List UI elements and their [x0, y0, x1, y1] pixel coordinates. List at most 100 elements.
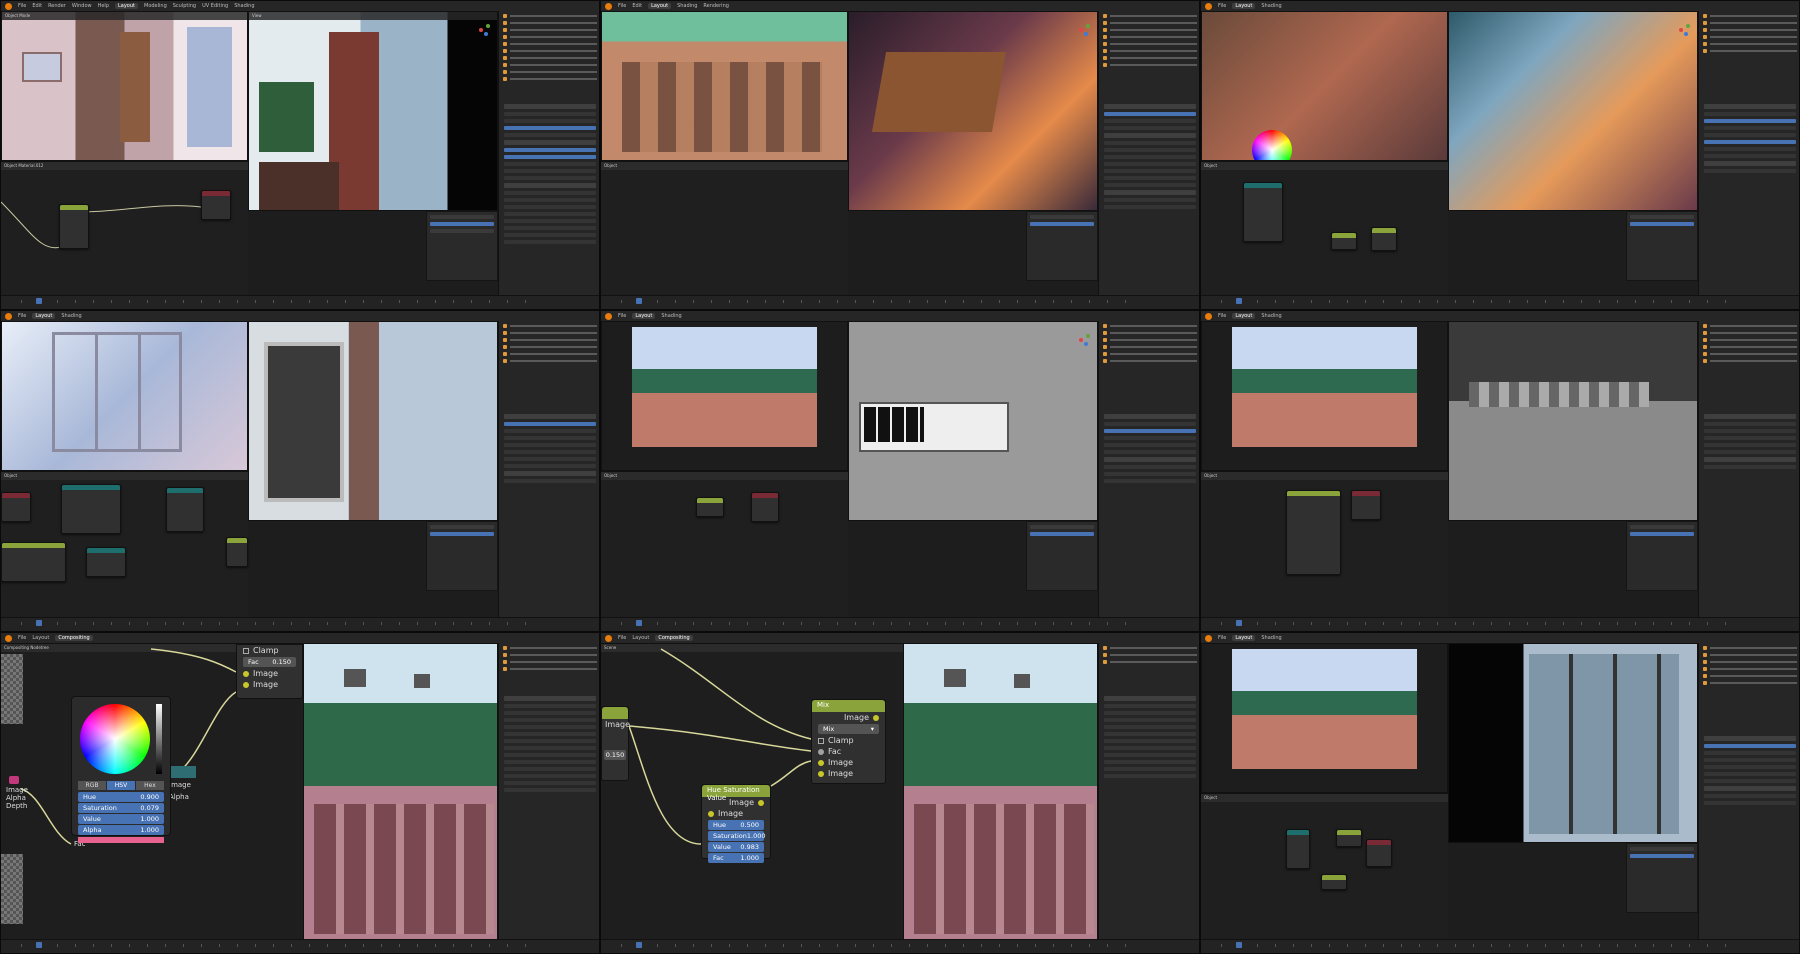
- node[interactable]: [1331, 232, 1357, 250]
- outliner[interactable]: [1098, 643, 1199, 693]
- tab-hsv[interactable]: HSV: [107, 781, 135, 790]
- outliner[interactable]: [1098, 11, 1199, 101]
- node[interactable]: [1321, 874, 1347, 890]
- viewport-render[interactable]: [601, 321, 848, 471]
- tab-shading[interactable]: Shading: [234, 3, 254, 9]
- node[interactable]: [1, 542, 66, 582]
- active-tool-panel[interactable]: [1626, 211, 1698, 281]
- tab-compositing[interactable]: Compositing: [55, 635, 93, 641]
- hsv-saturation-field[interactable]: Saturation 1.000: [708, 831, 766, 841]
- blender-logo-icon[interactable]: [5, 634, 12, 642]
- node[interactable]: [1371, 227, 1397, 251]
- blender-logo-icon[interactable]: [605, 312, 612, 320]
- menu-file[interactable]: File: [618, 635, 626, 641]
- outliner[interactable]: [1098, 321, 1199, 411]
- menu-edit[interactable]: Edit: [632, 3, 642, 9]
- outliner[interactable]: [1698, 643, 1799, 733]
- shader-node-editor[interactable]: Object: [1201, 161, 1448, 297]
- viewport-solid[interactable]: [1448, 643, 1698, 843]
- node[interactable]: [1366, 839, 1392, 867]
- compositor-node-editor[interactable]: Scene Image 0.150 Mix Image Mix ▾ Clamp F…: [601, 643, 903, 941]
- blender-logo-icon[interactable]: [5, 2, 12, 10]
- timeline[interactable]: [1201, 617, 1799, 631]
- blend-mode-dropdown[interactable]: Mix ▾: [818, 724, 879, 734]
- tab-layout[interactable]: Layout: [32, 635, 49, 641]
- tab-layout[interactable]: Layout: [1232, 3, 1256, 9]
- blender-logo-icon[interactable]: [1205, 634, 1212, 642]
- color-wheel[interactable]: [1252, 130, 1292, 160]
- mix-node[interactable]: Mix Image Mix ▾ Clamp Fac Image Image: [811, 699, 886, 784]
- viewport-render[interactable]: [601, 11, 848, 161]
- viewport-grey[interactable]: [1448, 321, 1698, 521]
- blender-logo-icon[interactable]: [1205, 312, 1212, 320]
- node[interactable]: [1286, 829, 1310, 869]
- viewport-render[interactable]: [1, 321, 248, 471]
- node[interactable]: [61, 484, 121, 534]
- hsv-value-field[interactable]: Value 0.983: [708, 842, 764, 852]
- active-tool-panel[interactable]: [426, 521, 498, 591]
- properties-panel[interactable]: [1698, 411, 1799, 619]
- hsv-fac-field[interactable]: Fac 1.000: [708, 853, 764, 863]
- tab-compositing[interactable]: Compositing: [655, 635, 693, 641]
- clamp-checkbox[interactable]: Clamp: [828, 736, 854, 745]
- blender-logo-icon[interactable]: [605, 634, 612, 642]
- timeline[interactable]: [601, 617, 1199, 631]
- properties-panel[interactable]: [1098, 411, 1199, 619]
- active-tool-panel[interactable]: [1626, 521, 1698, 591]
- clamp-label[interactable]: Clamp: [253, 646, 279, 655]
- menu-edit[interactable]: Edit: [32, 3, 42, 9]
- menu-file[interactable]: File: [18, 3, 26, 9]
- node[interactable]: [696, 497, 724, 517]
- properties-panel[interactable]: [1098, 693, 1199, 941]
- tab-shading[interactable]: Shading: [661, 313, 681, 319]
- socket-image[interactable]: Image: [1, 786, 28, 794]
- viewport-wireframe[interactable]: [848, 321, 1098, 521]
- blender-logo-icon[interactable]: [5, 312, 12, 320]
- hue-field[interactable]: Hue 0.900: [78, 792, 164, 802]
- active-tool-panel[interactable]: [1026, 521, 1098, 591]
- viewport-render[interactable]: [1201, 643, 1448, 793]
- tab-layout[interactable]: Layout: [632, 635, 649, 641]
- tab-modeling[interactable]: Modeling: [144, 3, 167, 9]
- tab-layout[interactable]: Layout: [648, 3, 672, 9]
- tab-uv-editing[interactable]: UV Editing: [202, 3, 228, 9]
- viewport-solid[interactable]: View: [248, 11, 498, 211]
- navigation-gizmo[interactable]: [1079, 334, 1091, 346]
- node[interactable]: [166, 487, 204, 532]
- image-node[interactable]: Image 0.150: [601, 706, 630, 781]
- timeline[interactable]: [1, 617, 599, 631]
- node[interactable]: [1243, 182, 1283, 242]
- blender-logo-icon[interactable]: [1205, 2, 1212, 10]
- viewport-render[interactable]: [1201, 11, 1448, 161]
- hsv-hue-field[interactable]: Hue 0.500: [708, 820, 764, 830]
- shader-node-editor[interactable]: Object: [1201, 793, 1448, 941]
- node[interactable]: [86, 547, 126, 577]
- viewport-render[interactable]: [1201, 321, 1448, 471]
- timeline[interactable]: [1, 939, 599, 953]
- tab-layout[interactable]: Layout: [632, 313, 656, 319]
- hue-saturation-value-node[interactable]: Hue Saturation Value Image Image Hue 0.50…: [701, 784, 771, 863]
- fac-field[interactable]: Fac 0.150: [243, 657, 296, 667]
- menu-file[interactable]: File: [618, 3, 626, 9]
- outliner[interactable]: [498, 321, 599, 411]
- viewport-camera[interactable]: Object Mode: [1, 11, 248, 161]
- tab-layout[interactable]: Layout: [1232, 313, 1256, 319]
- node[interactable]: [751, 492, 779, 522]
- viewport-render[interactable]: [303, 643, 498, 941]
- menu-file[interactable]: File: [1218, 3, 1226, 9]
- alpha-field[interactable]: Alpha 1.000: [78, 825, 164, 835]
- mix-node[interactable]: Clamp Fac 0.150 Image Image: [236, 644, 303, 699]
- menu-file[interactable]: File: [618, 313, 626, 319]
- tab-rendering[interactable]: Rendering: [703, 3, 729, 9]
- color-wheel[interactable]: [80, 704, 150, 774]
- color-mode-tabs[interactable]: RGB HSV Hex: [78, 781, 164, 790]
- node[interactable]: [1336, 829, 1362, 847]
- timeline[interactable]: [1201, 939, 1799, 953]
- tab-shading[interactable]: Shading: [1261, 3, 1281, 9]
- viewport-sunlit[interactable]: [1448, 11, 1698, 211]
- properties-panel[interactable]: [498, 101, 599, 297]
- tab-sculpting[interactable]: Sculpting: [173, 3, 196, 9]
- timeline[interactable]: [601, 939, 1199, 953]
- shader-node-editor[interactable]: Object: [1201, 471, 1448, 619]
- tab-layout[interactable]: Layout: [115, 3, 138, 9]
